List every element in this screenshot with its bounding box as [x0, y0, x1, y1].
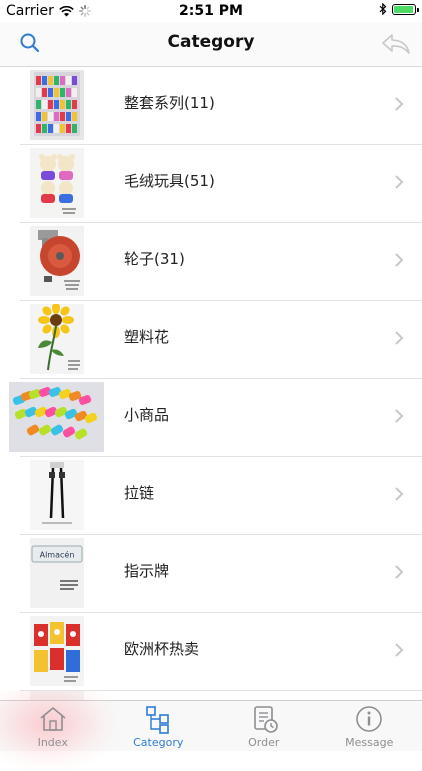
category-list: 整套系列(11) 毛绒玩具(51): [0, 67, 422, 700]
category-row[interactable]: 小商品: [20, 379, 422, 457]
category-label: 欧洲杯热卖: [124, 638, 199, 659]
chevron-right-icon: [394, 96, 404, 112]
category-label: 拉链: [124, 482, 154, 503]
category-row[interactable]: 拉链: [20, 457, 422, 535]
category-label: 整套系列(11): [124, 92, 215, 113]
zippers-thumbnail: [30, 460, 84, 530]
tab-category[interactable]: Category: [106, 701, 212, 751]
chevron-right-icon: [394, 330, 404, 346]
category-row[interactable]: 塑料花: [20, 301, 422, 379]
chevron-right-icon: [394, 252, 404, 268]
category-row[interactable]: 整套系列(11): [20, 67, 422, 145]
status-time: 2:51 PM: [0, 3, 422, 19]
category-label: 毛绒玩具(51): [124, 170, 215, 191]
tab-order[interactable]: Order: [211, 701, 317, 751]
tab-message[interactable]: Message: [317, 701, 422, 751]
chevron-right-icon: [394, 564, 404, 580]
partial-thumbnail: [30, 691, 84, 700]
rack-display-thumbnail: [30, 70, 84, 140]
tab-category-label: Category: [106, 736, 212, 749]
status-right: [379, 3, 416, 15]
info-icon: [354, 704, 384, 734]
battery-level: [394, 6, 413, 13]
sunflower-thumbnail: [30, 304, 84, 374]
sign-plate-thumbnail: Almacén: [30, 538, 84, 608]
battery-tip: [417, 8, 419, 12]
order-icon: [249, 704, 279, 734]
status-bar: Carrier 2:51 PM: [0, 0, 422, 22]
page-title: Category: [0, 32, 422, 52]
tab-index[interactable]: Index: [0, 701, 106, 751]
battery-icon: [392, 4, 416, 15]
bluetooth-icon: [379, 3, 387, 15]
football-cards-thumbnail: [30, 616, 84, 686]
category-label: 指示牌: [124, 560, 169, 581]
chevron-right-icon: [394, 642, 404, 658]
tab-bar: Index Category Order Message: [0, 700, 422, 751]
tab-order-label: Order: [211, 736, 317, 749]
category-row[interactable]: 轮子(31): [20, 223, 422, 301]
home-icon: [38, 704, 68, 734]
category-label: 小商品: [124, 404, 169, 425]
category-row[interactable]: 毛绒玩具(51): [20, 145, 422, 223]
colorful-toys-thumbnail: [9, 382, 104, 452]
chevron-right-icon: [394, 408, 404, 424]
back-reply-icon[interactable]: [380, 31, 412, 57]
category-row[interactable]: Almacén 指示牌: [20, 535, 422, 613]
category-label: 塑料花: [124, 326, 169, 347]
chevron-right-icon: [394, 486, 404, 502]
navigation-bar: Category: [0, 22, 422, 67]
chevron-right-icon: [394, 174, 404, 190]
category-row-partial[interactable]: [20, 691, 422, 700]
tab-index-label: Index: [0, 736, 106, 749]
tab-message-label: Message: [317, 736, 422, 749]
category-label: 轮子(31): [124, 248, 185, 269]
category-icon: [143, 704, 173, 734]
sign-text: Almacén: [40, 550, 75, 560]
plush-bears-thumbnail: [30, 148, 84, 218]
category-row[interactable]: 欧洲杯热卖: [20, 613, 422, 691]
caster-wheel-thumbnail: [30, 226, 84, 296]
